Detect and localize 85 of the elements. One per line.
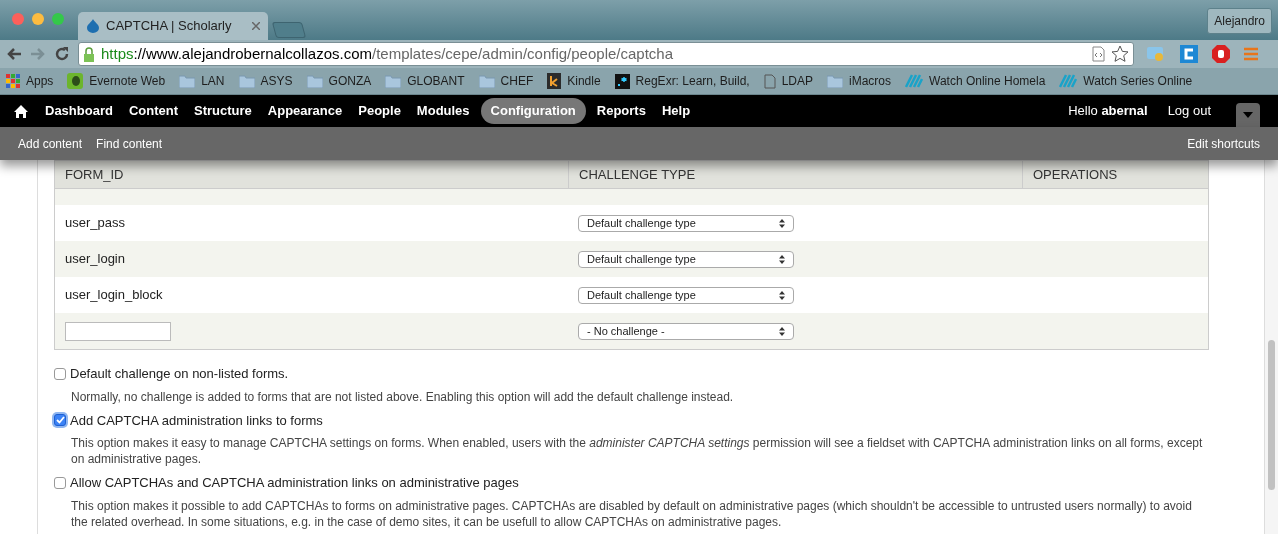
column-header: FORM_ID	[64, 165, 125, 184]
bookmark-link[interactable]: LAN	[179, 72, 225, 90]
menu-item[interactable]: Dashboard	[40, 98, 118, 124]
greeting-text: Hello abernal	[1068, 102, 1148, 121]
page-code-icon[interactable]	[1092, 46, 1105, 62]
edit-shortcuts-link[interactable]: Edit shortcuts	[1187, 134, 1260, 153]
apps-grid-icon	[6, 74, 20, 88]
option-description: This option makes it easy to manage CAPTCHA settings on forms. When enabled, users with the administer CAPTCHA settings permission will see a fieldset with CAPTCHA administration links on all forms, except on administrative pages.	[71, 435, 1204, 467]
bookmark-link[interactable]: Apps	[6, 72, 54, 90]
maximize-window-icon[interactable]	[52, 13, 64, 25]
bookmark-link[interactable]: LDAP	[763, 72, 814, 90]
elephant-icon	[67, 73, 84, 89]
checkbox[interactable]	[54, 367, 66, 380]
folder-icon	[385, 74, 402, 88]
caret-icon	[1243, 112, 1253, 118]
address-bar[interactable]: https://www.alejandrobernalcollazos.com/templates/cepe/admin/config/people/captcha	[78, 42, 1134, 66]
table-cell: user_login_block	[65, 287, 163, 303]
extension-icon[interactable]	[1180, 45, 1198, 63]
checkbox[interactable]	[54, 476, 66, 489]
scrollbar-thumb[interactable]	[1268, 340, 1275, 490]
form-id-input-field[interactable]	[65, 321, 171, 341]
menu-item[interactable]: Configuration	[480, 98, 586, 124]
option-label[interactable]: Allow CAPTCHAs and CAPTCHA administration links on administrative pages	[70, 473, 519, 493]
menu-item[interactable]: People	[353, 98, 406, 124]
back-icon[interactable]	[6, 47, 22, 61]
new-tab-button[interactable]	[271, 22, 307, 38]
folder-icon	[478, 74, 495, 88]
bookmark-link[interactable]: Watch Series Online	[1059, 72, 1193, 90]
menu-item[interactable]: Help	[656, 98, 696, 124]
letter-k-icon	[547, 73, 562, 89]
menu-item[interactable]: Reports	[591, 98, 651, 124]
shortcut-link[interactable]: Find content	[96, 134, 163, 153]
tab-title: CAPTCHA | Scholarly	[106, 17, 233, 36]
stripes-icon	[1059, 74, 1078, 88]
column-header: CHALLENGE TYPE	[568, 161, 1022, 188]
challenge-select[interactable]: - No challenge -	[578, 322, 794, 340]
forward-icon[interactable]	[30, 47, 46, 61]
bookmark-link[interactable]: Watch Online Homela	[905, 72, 1046, 90]
folder-icon	[238, 74, 255, 88]
challenge-select[interactable]: Default challenge type	[578, 286, 794, 304]
logout-link[interactable]: Log out	[1167, 101, 1211, 121]
menu-item[interactable]: Modules	[411, 98, 475, 124]
lock-icon	[83, 46, 95, 62]
menu-item[interactable]: Appearance	[262, 98, 348, 124]
minimize-window-icon[interactable]	[32, 13, 44, 25]
folder-icon	[179, 74, 196, 88]
bookmark-link[interactable]: CHEF	[478, 72, 534, 90]
stripes-icon	[905, 74, 924, 88]
bookmark-link[interactable]: Evernote Web	[67, 72, 166, 90]
home-icon[interactable]	[14, 104, 28, 118]
challenge-select[interactable]: Default challenge type	[578, 214, 794, 232]
url-text: https://www.alejandrobernalcollazos.com/templates/cepe/admin/config/people/captcha	[101, 43, 674, 64]
bookmark-link[interactable]: Kindle	[547, 72, 601, 90]
browser-tab[interactable]: CAPTCHA | Scholarly	[78, 12, 268, 40]
bookmark-link[interactable]: GONZA	[306, 72, 372, 90]
shortcuts-toggle-button[interactable]	[1236, 103, 1260, 127]
checkbox[interactable]	[54, 414, 66, 427]
page-icon	[763, 73, 776, 89]
menu-item[interactable]: Structure	[189, 98, 257, 124]
updown-arrows-icon	[779, 218, 785, 228]
option-label[interactable]: Default challenge on non-listed forms.	[70, 364, 289, 384]
drop-icon	[86, 19, 100, 33]
bookmark-link[interactable]: iMacros	[827, 72, 892, 90]
profile-button[interactable]: Alejandro	[1207, 8, 1272, 34]
bookmark-link[interactable]: RegExr: Learn, Build,	[614, 72, 750, 90]
updown-arrows-icon	[779, 290, 785, 300]
menu-item[interactable]: Content	[123, 98, 183, 124]
shortcut-link[interactable]: Add content	[18, 134, 83, 153]
option-label[interactable]: Add CAPTCHA administration links to forms	[70, 410, 323, 430]
asterisk-icon	[614, 73, 630, 89]
bookmark-link[interactable]: ASYS	[238, 72, 293, 90]
table-cell: user_pass	[65, 215, 125, 231]
updown-arrows-icon	[779, 254, 785, 264]
close-tab-icon[interactable]	[252, 22, 260, 30]
reload-icon[interactable]	[54, 46, 70, 62]
star-icon[interactable]	[1111, 45, 1129, 63]
folder-icon	[306, 74, 323, 88]
updown-arrows-icon	[779, 326, 785, 336]
challenge-select[interactable]: Default challenge type	[578, 250, 794, 268]
option-description: Normally, no challenge is added to forms that are not listed above. Enabling this option will add the default challenge instead.	[71, 388, 735, 405]
option-description: This option makes it possible to add CAPTCHAs to forms on administrative pages. CAPTCHAs are disabled by default on administrative pages (which shouldn't be accessible to untrusted users normally) to avoid the related overhead. In some situations, e.g. in the case of demo sites, it can be usefull to allow CAPTCHAs on administrative pages.	[71, 497, 1193, 530]
bookmark-link[interactable]: GLOBANT	[385, 72, 465, 90]
column-header: OPERATIONS	[1022, 161, 1208, 188]
folder-icon	[827, 74, 844, 88]
table-cell: user_login	[65, 251, 125, 267]
